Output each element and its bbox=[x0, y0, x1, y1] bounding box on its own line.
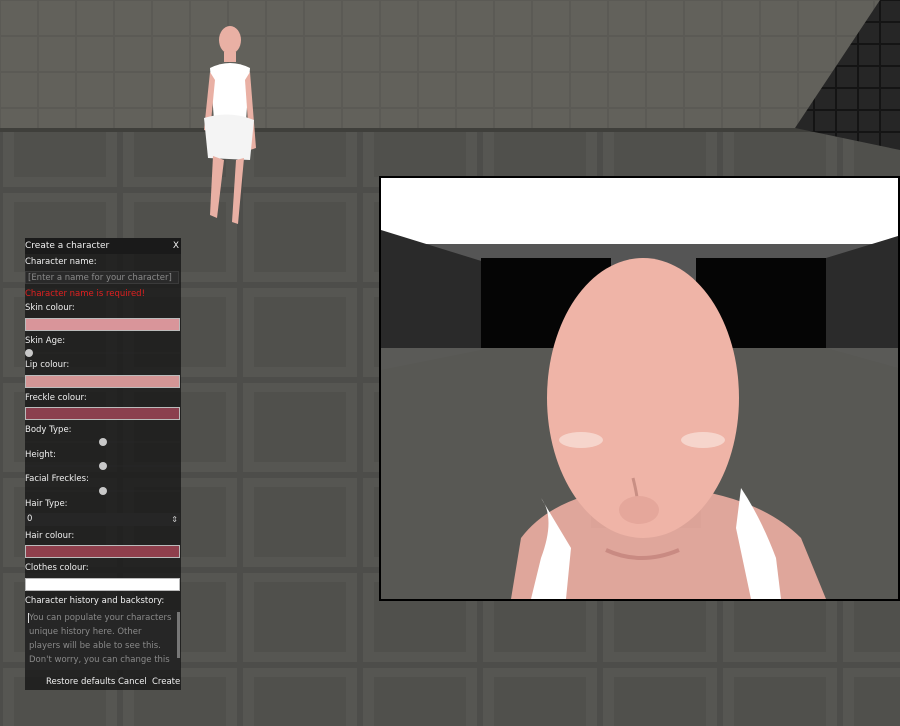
restore-defaults-button[interactable]: Restore defaults bbox=[46, 677, 115, 687]
hair-type-value: 0 bbox=[27, 514, 33, 524]
dialog-title: Create a character bbox=[25, 241, 110, 251]
skin-age-label: Skin Age: bbox=[25, 336, 66, 346]
character-face-preview bbox=[381, 178, 898, 599]
character-name-input[interactable]: [Enter a name for your character] bbox=[25, 271, 179, 284]
history-placeholder: You can populate your characters unique … bbox=[29, 613, 172, 665]
slider-track bbox=[25, 352, 180, 354]
hair-colour-swatch[interactable] bbox=[25, 545, 180, 558]
lip-colour-swatch[interactable] bbox=[25, 375, 180, 388]
lip-colour-label: Lip colour: bbox=[25, 360, 70, 370]
text-caret bbox=[28, 613, 29, 623]
skin-colour-swatch[interactable] bbox=[25, 318, 180, 331]
skin-colour-label: Skin colour: bbox=[25, 303, 75, 313]
hair-type-select[interactable]: 0 ⇕ bbox=[25, 513, 180, 526]
slider-handle[interactable] bbox=[98, 438, 107, 446]
slider-handle[interactable] bbox=[25, 349, 33, 357]
create-character-dialog: Create a character X Character name: [En… bbox=[25, 238, 181, 690]
slider-handle[interactable] bbox=[98, 487, 107, 495]
clothes-colour-swatch[interactable] bbox=[25, 578, 180, 591]
cancel-button[interactable]: Cancel bbox=[118, 677, 147, 687]
body-type-slider[interactable] bbox=[25, 437, 180, 447]
history-label: Character history and backstory: bbox=[25, 596, 165, 606]
character-name-error: Character name is required! bbox=[25, 289, 145, 299]
clothes-colour-label: Clothes colour: bbox=[25, 563, 89, 573]
height-slider[interactable] bbox=[25, 461, 180, 471]
create-button[interactable]: Create bbox=[152, 677, 180, 687]
character-preview-viewport[interactable] bbox=[379, 176, 900, 601]
skin-age-slider[interactable] bbox=[25, 348, 180, 358]
slider-handle[interactable] bbox=[98, 462, 107, 470]
hair-colour-label: Hair colour: bbox=[25, 531, 75, 541]
freckle-colour-label: Freckle colour: bbox=[25, 393, 87, 403]
close-button[interactable]: X bbox=[173, 241, 179, 251]
freckle-colour-swatch[interactable] bbox=[25, 407, 180, 420]
facial-freckles-label: Facial Freckles: bbox=[25, 474, 89, 484]
dialog-titlebar[interactable]: Create a character X bbox=[25, 238, 181, 254]
facial-freckles-slider[interactable] bbox=[25, 486, 180, 496]
history-scrollbar[interactable] bbox=[177, 612, 180, 658]
height-label: Height: bbox=[25, 450, 56, 460]
body-type-label: Body Type: bbox=[25, 425, 72, 435]
history-textarea[interactable]: You can populate your characters unique … bbox=[25, 610, 180, 670]
character-name-label: Character name: bbox=[25, 257, 97, 267]
hair-type-label: Hair Type: bbox=[25, 499, 68, 509]
up-down-arrows-icon: ⇕ bbox=[171, 515, 178, 524]
